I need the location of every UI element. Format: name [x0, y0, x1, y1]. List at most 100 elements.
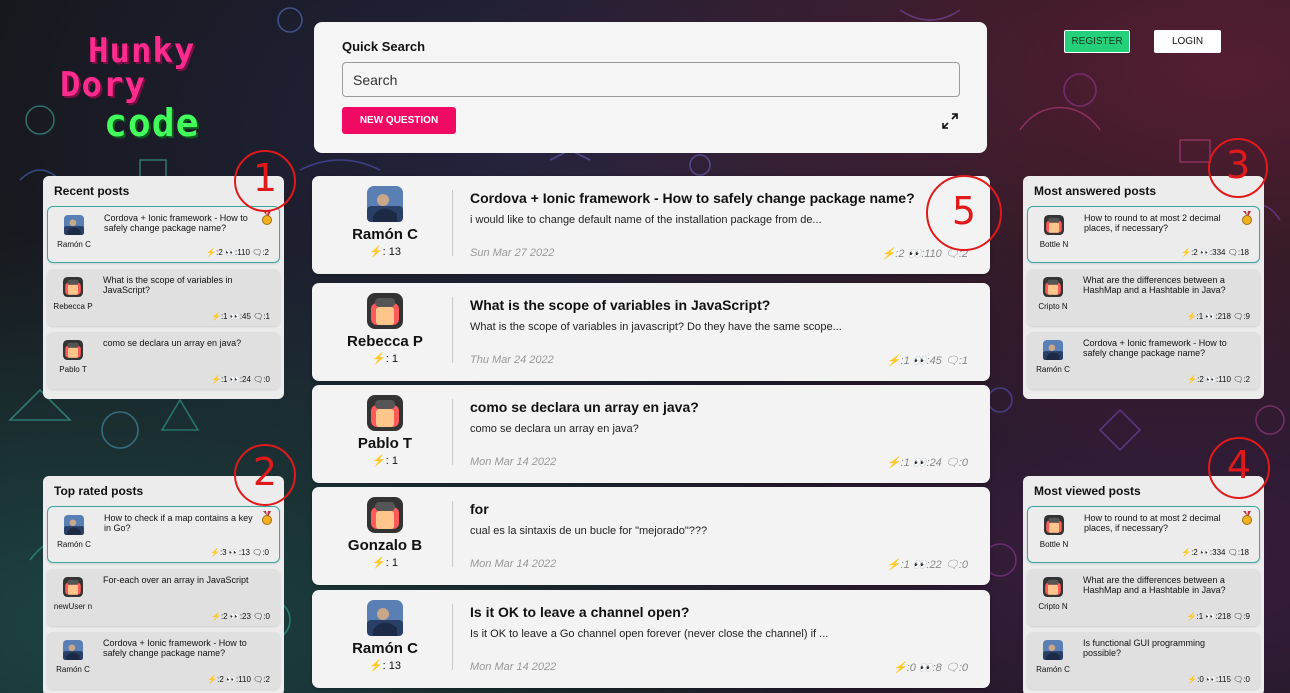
post-card[interactable]: Rebecca P ⚡: 1 What is the scope of variab… — [312, 283, 990, 381]
site-logo[interactable]: Hunky Dory code — [60, 34, 250, 144]
post-author: newUser n — [53, 602, 93, 611]
divider — [452, 604, 453, 670]
avatar — [63, 277, 83, 297]
post-stats: ⚡:1 👀:24 🗨:0 — [886, 457, 968, 469]
most-viewed-posts-panel: Most viewed posts Bottle N How to round t… — [1023, 476, 1264, 693]
avatar — [367, 293, 403, 329]
register-button[interactable]: REGISTER — [1064, 30, 1130, 53]
author-reputation: ⚡: 1 — [372, 455, 398, 467]
avatar — [1044, 215, 1064, 235]
post-author[interactable]: Rebecca P — [332, 333, 438, 350]
post-title[interactable]: Cordova + Ionic framework - How to safel… — [470, 190, 915, 206]
avatar — [64, 515, 84, 535]
post-stats: ⚡:2 👀:334 🗨:18 — [1181, 248, 1249, 257]
expand-icon[interactable] — [941, 112, 959, 130]
annotation-label: 2 — [252, 450, 278, 494]
annotation-circle-2: 2 — [234, 444, 296, 506]
post-stats: ⚡:1 👀:45 🗨:1 — [211, 312, 270, 321]
post-excerpt: cual es la sintaxis de un bucle for "mej… — [470, 525, 708, 537]
annotation-label: 1 — [252, 156, 278, 200]
post-stats: ⚡:3 👀:13 🗨:0 — [210, 548, 269, 557]
panel-post-item[interactable]: newUser n For-each over an array in JavaS… — [47, 569, 280, 626]
post-author[interactable]: Gonzalo B — [332, 537, 438, 554]
post-stats: ⚡:1 👀:22 🗨:0 — [886, 559, 968, 571]
post-date: Mon Mar 14 2022 — [470, 661, 557, 673]
post-title[interactable]: Is it OK to leave a channel open? — [470, 604, 689, 620]
post-excerpt: i would like to change default name of t… — [470, 214, 822, 226]
avatar — [1043, 577, 1063, 597]
medal-icon — [261, 211, 273, 225]
post-title[interactable]: What is the scope of variables in JavaSc… — [470, 297, 770, 313]
panel-post-item[interactable]: Ramón C Cordova + Ionic framework - How t… — [47, 632, 280, 689]
post-author: Rebecca P — [53, 302, 93, 311]
post-title: For-each over an array in JavaScript — [103, 575, 249, 585]
divider — [452, 501, 453, 567]
avatar — [1043, 640, 1063, 660]
post-author: Pablo T — [59, 365, 87, 374]
post-title: How to round to at most 2 decimal places… — [1084, 213, 1221, 233]
post-date: Mon Mar 14 2022 — [470, 558, 557, 570]
post-title: What are the differences between a HashM… — [1083, 575, 1226, 595]
post-title: How to round to at most 2 decimal places… — [1084, 513, 1221, 533]
annotation-label: 3 — [1225, 143, 1251, 187]
avatar — [1043, 340, 1063, 360]
post-author[interactable]: Ramón C — [332, 226, 438, 243]
post-stats: ⚡:2 👀:23 🗨:0 — [211, 612, 270, 621]
quick-search-card: Quick Search NEW QUESTION — [314, 22, 987, 153]
post-stats: ⚡:2 👀:334 🗨:18 — [1181, 548, 1249, 557]
panel-post-item[interactable]: Cripto N What are the differences between… — [1027, 269, 1260, 326]
medal-icon — [1241, 211, 1253, 225]
author-reputation: ⚡: 13 — [368, 660, 402, 672]
recent-posts-panel: Recent posts Ramón C Cordova + Ionic fram… — [43, 176, 284, 399]
post-author[interactable]: Pablo T — [332, 435, 438, 452]
panel-post-item[interactable]: Rebecca P What is the scope of variables … — [47, 269, 280, 326]
post-excerpt: What is the scope of variables in javasc… — [470, 321, 842, 333]
annotation-label: 5 — [951, 189, 977, 233]
panel-post-item[interactable]: Pablo T como se declara un array en java?… — [47, 332, 280, 389]
post-title: Cordova + Ionic framework - How to safel… — [103, 638, 247, 658]
panel-post-item[interactable]: Ramón C Is functional GUI programming pos… — [1027, 632, 1260, 689]
medal-icon — [1241, 511, 1253, 525]
post-author: Cripto N — [1038, 302, 1068, 311]
avatar — [367, 395, 403, 431]
post-card[interactable]: Ramón C ⚡: 13 Cordova + Ionic framework - … — [312, 176, 990, 274]
post-author: Ramón C — [56, 665, 90, 674]
medal-icon — [261, 511, 273, 525]
login-button[interactable]: LOGIN — [1154, 30, 1221, 53]
post-date: Mon Mar 14 2022 — [470, 456, 557, 468]
avatar — [64, 215, 84, 235]
post-stats: ⚡:1 👀:24 🗨:0 — [211, 375, 270, 384]
panel-post-item[interactable]: Ramón C Cordova + Ionic framework - How t… — [47, 206, 280, 263]
logo-line-dory: Dory — [60, 65, 146, 105]
post-title[interactable]: como se declara un array en java? — [470, 399, 699, 415]
avatar — [63, 640, 83, 660]
panel-post-item[interactable]: Ramón C Cordova + Ionic framework - How t… — [1027, 332, 1260, 389]
post-card[interactable]: Pablo T ⚡: 1 como se declara un array en j… — [312, 385, 990, 483]
divider — [452, 190, 453, 256]
most-answered-posts-panel: Most answered posts Bottle N How to round… — [1023, 176, 1264, 399]
post-card[interactable]: Gonzalo B ⚡: 1 for cual es la sintaxis de u… — [312, 487, 990, 585]
post-title: Is functional GUI programming possible? — [1083, 638, 1206, 658]
post-title[interactable]: for — [470, 501, 489, 517]
post-stats: ⚡:0 👀:8 🗨:0 — [893, 662, 968, 674]
post-author: Ramón C — [1036, 665, 1070, 674]
new-question-button[interactable]: NEW QUESTION — [342, 107, 456, 134]
search-input[interactable] — [342, 62, 960, 97]
post-stats: ⚡:1 👀:218 🗨:9 — [1186, 612, 1250, 621]
panel-post-item[interactable]: Bottle N How to round to at most 2 decima… — [1027, 506, 1260, 563]
post-author: Bottle N — [1039, 240, 1069, 249]
panel-post-item[interactable]: Cripto N What are the differences between… — [1027, 569, 1260, 626]
post-stats: ⚡:2 👀:110 🗨:2 — [206, 248, 269, 257]
panel-post-item[interactable]: Ramón C How to check if a map contains a … — [47, 506, 280, 563]
avatar — [367, 600, 403, 636]
post-title: How to check if a map contains a key in … — [104, 513, 253, 533]
post-author[interactable]: Ramón C — [332, 640, 438, 657]
post-author: Ramón C — [1036, 365, 1070, 374]
logo-line-code: code — [104, 101, 200, 145]
panel-post-item[interactable]: Bottle N How to round to at most 2 decima… — [1027, 206, 1260, 263]
post-stats: ⚡:0 👀:115 🗨:0 — [1187, 675, 1250, 684]
post-author: Bottle N — [1039, 540, 1069, 549]
post-card[interactable]: Ramón C ⚡: 13 Is it OK to leave a channel … — [312, 590, 990, 688]
top-rated-posts-panel: Top rated posts Ramón C How to check if a… — [43, 476, 284, 693]
logo-line-hunky: Hunky — [88, 31, 196, 71]
